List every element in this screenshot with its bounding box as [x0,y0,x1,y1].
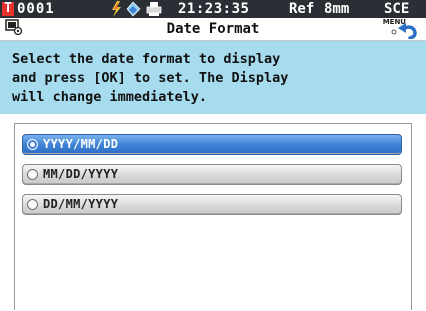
sample-number: 0001 [17,1,55,17]
reference-indicator: Ref [289,1,315,17]
option-label: DD/MM/YYYY [43,197,119,211]
device-screen: T 0001 21:23:35 Ref 8mm SCE Date Format … [0,0,426,311]
instruction-line: Select the date format to display [12,51,281,67]
specular-mode-indicator: SCE [384,1,410,17]
calibration-icon [126,1,141,17]
radio-selected-icon [27,139,38,150]
target-icon: T [2,2,14,16]
status-icons [110,1,170,17]
title-bar: Date Format MENU [0,18,426,41]
instruction-text: Select the date format to display and pr… [0,41,426,114]
option-mm-dd-yyyy[interactable]: MM/DD/YYYY [22,164,402,185]
menu-back-button[interactable]: MENU [382,18,420,40]
status-bar: T 0001 21:23:35 Ref 8mm SCE [0,0,426,18]
page-title: Date Format [166,21,260,37]
radio-unselected-icon [27,199,38,210]
option-yyyy-mm-dd[interactable]: YYYY/MM/DD [22,134,402,155]
option-dd-mm-yyyy[interactable]: DD/MM/YYYY [22,194,402,215]
instruction-line: and press [OK] to set. The Display [12,70,289,86]
option-label: YYYY/MM/DD [43,137,119,151]
lightning-icon [112,1,121,17]
menu-label: MENU [382,18,406,26]
option-label: MM/DD/YYYY [43,167,119,181]
printer-icon [146,2,162,16]
radio-unselected-icon [27,169,38,180]
date-format-options: YYYY/MM/DD MM/DD/YYYY DD/MM/YYYY [14,123,412,310]
instruction-line: will change immediately. [12,89,208,105]
aperture-indicator: 8mm [324,1,350,17]
clock-time: 21:23:35 [178,1,250,17]
